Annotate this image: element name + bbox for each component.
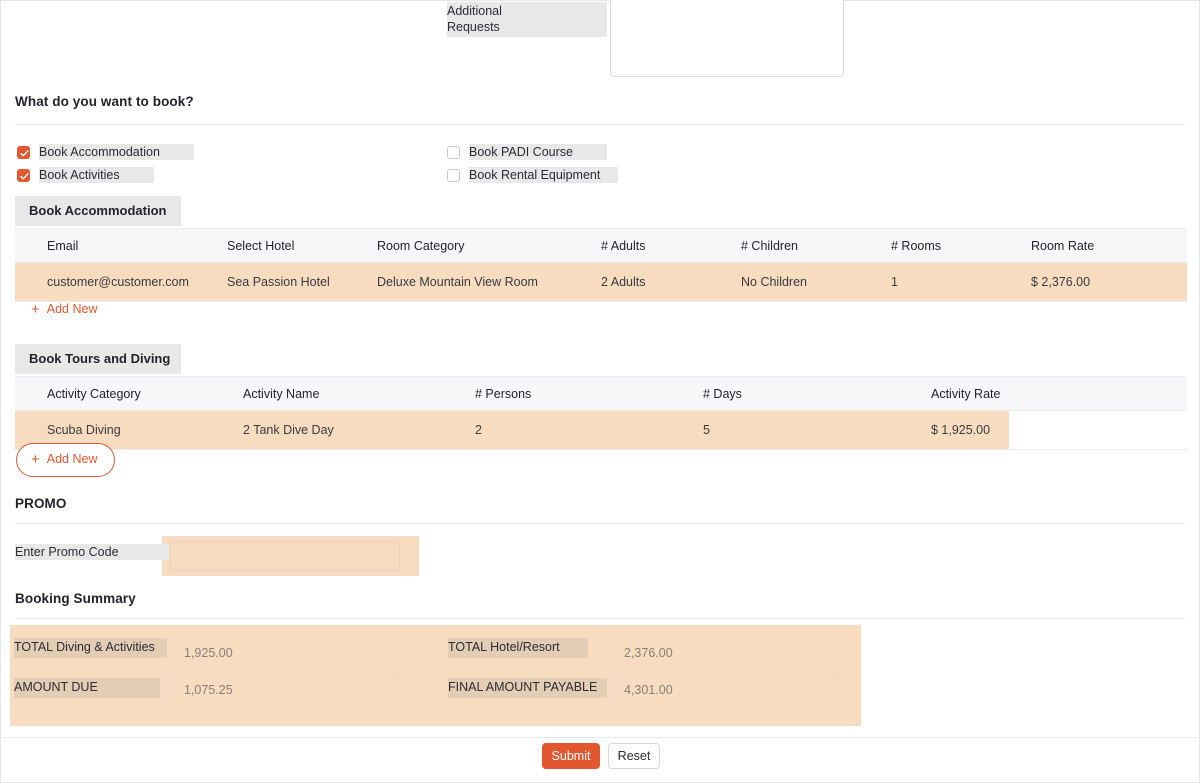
tours-add-new-button[interactable]: + Add New — [16, 443, 115, 477]
checkbox-unchecked-icon — [447, 145, 460, 159]
checkbox-checked-icon — [17, 145, 30, 159]
accommodation-section-tab: Book Accommodation — [15, 196, 181, 226]
column-header-activity-category: Activity Category — [15, 376, 243, 411]
summary-value-amount-due: 1,075.25 — [170, 675, 400, 705]
promo-label: Enter Promo Code — [15, 544, 169, 560]
promo-rule — [15, 523, 1185, 524]
submit-button[interactable]: Submit — [542, 743, 600, 769]
promo-code-input[interactable] — [170, 541, 400, 571]
summary-label-diving: TOTAL Diving & Activities — [14, 638, 167, 658]
summary-rule — [15, 618, 1185, 619]
summary-heading: Booking Summary — [15, 591, 136, 606]
plus-icon: + — [31, 451, 40, 468]
booking-question-heading: What do you want to book? — [15, 94, 194, 109]
cell-select-hotel[interactable]: Sea Passion Hotel — [227, 262, 377, 302]
column-header-select-hotel: Select Hotel — [227, 228, 377, 263]
cell-room-rate[interactable]: $ 2,376.00 — [1031, 262, 1187, 302]
summary-label-amount-due: AMOUNT DUE — [14, 678, 160, 698]
cell-days[interactable]: 5 — [703, 410, 931, 450]
reset-button[interactable]: Reset — [608, 743, 660, 769]
additional-requests-label-wrap: Additional Requests — [447, 2, 607, 37]
tours-table-header-row: Activity Category Activity Name # Person… — [15, 376, 1187, 411]
promo-heading: PROMO — [15, 496, 67, 511]
cell-children[interactable]: No Children — [741, 262, 891, 302]
additional-requests-label: Additional Requests — [447, 2, 607, 37]
column-header-persons: # Persons — [475, 376, 703, 411]
cell-adults[interactable]: 2 Adults — [601, 262, 741, 302]
summary-value-final-amount: 4,301.00 — [610, 675, 840, 705]
accommodation-add-new-label: Add New — [46, 302, 98, 316]
booking-question-rule — [15, 124, 1185, 125]
checkbox-book-padi-course[interactable]: Book PADI Course — [447, 144, 607, 160]
checkbox-label: Book PADI Course — [469, 144, 607, 160]
checkbox-label: Book Activities — [39, 167, 154, 183]
column-header-rooms: # Rooms — [891, 228, 1031, 263]
accommodation-table: Email Select Hotel Room Category # Adult… — [15, 228, 1187, 302]
column-header-room-rate: Room Rate — [1031, 228, 1187, 263]
column-header-activity-rate: Activity Rate — [931, 376, 1187, 411]
checkbox-label: Book Rental Equipment — [469, 167, 619, 183]
column-header-adults: # Adults — [601, 228, 741, 263]
footer-divider — [1, 737, 1199, 738]
cell-activity-rate[interactable]: $ 1,925.00 — [931, 410, 1187, 450]
cell-email[interactable]: customer@customer.com — [15, 262, 227, 302]
tours-add-new-label: Add New — [46, 452, 98, 466]
accommodation-table-header-row: Email Select Hotel Room Category # Adult… — [15, 228, 1187, 263]
cell-persons[interactable]: 2 — [475, 410, 703, 450]
accommodation-section-tab-label: Book Accommodation — [29, 203, 167, 218]
tours-section-tab-label: Book Tours and Diving — [29, 351, 171, 366]
booking-form-page: Additional Requests What do you want to … — [0, 0, 1200, 783]
summary-value-hotel: 2,376.00 — [610, 638, 840, 668]
column-header-days: # Days — [703, 376, 931, 411]
column-header-email: Email — [15, 228, 227, 263]
summary-value-diving: 1,925.00 — [170, 638, 400, 668]
checkbox-book-accommodation[interactable]: Book Accommodation — [17, 144, 194, 160]
tours-table: Activity Category Activity Name # Person… — [15, 376, 1187, 450]
additional-requests-row: Additional Requests — [1, 0, 1199, 86]
checkbox-book-activities[interactable]: Book Activities — [17, 167, 154, 183]
table-row[interactable]: customer@customer.com Sea Passion Hotel … — [15, 262, 1187, 302]
column-header-children: # Children — [741, 228, 891, 263]
column-header-activity-name: Activity Name — [243, 376, 475, 411]
checkbox-label: Book Accommodation — [39, 144, 194, 160]
table-row[interactable]: Scuba Diving 2 Tank Dive Day 2 5 $ 1,925… — [15, 410, 1187, 450]
column-header-room-category: Room Category — [377, 228, 601, 263]
cell-room-category[interactable]: Deluxe Mountain View Room — [377, 262, 601, 302]
additional-requests-textarea[interactable] — [610, 0, 844, 77]
summary-label-hotel: TOTAL Hotel/Resort — [448, 638, 588, 658]
checkbox-book-rental-equipment[interactable]: Book Rental Equipment — [447, 167, 619, 183]
checkbox-checked-icon — [17, 168, 30, 182]
accommodation-add-new-button[interactable]: + Add New — [31, 302, 98, 317]
cell-activity-name[interactable]: 2 Tank Dive Day — [243, 410, 475, 450]
plus-icon: + — [31, 301, 40, 318]
checkbox-unchecked-icon — [447, 168, 460, 182]
cell-rooms[interactable]: 1 — [891, 262, 1031, 302]
tours-section-tab: Book Tours and Diving — [15, 344, 181, 374]
summary-label-final-amount: FINAL AMOUNT PAYABLE — [448, 678, 608, 698]
